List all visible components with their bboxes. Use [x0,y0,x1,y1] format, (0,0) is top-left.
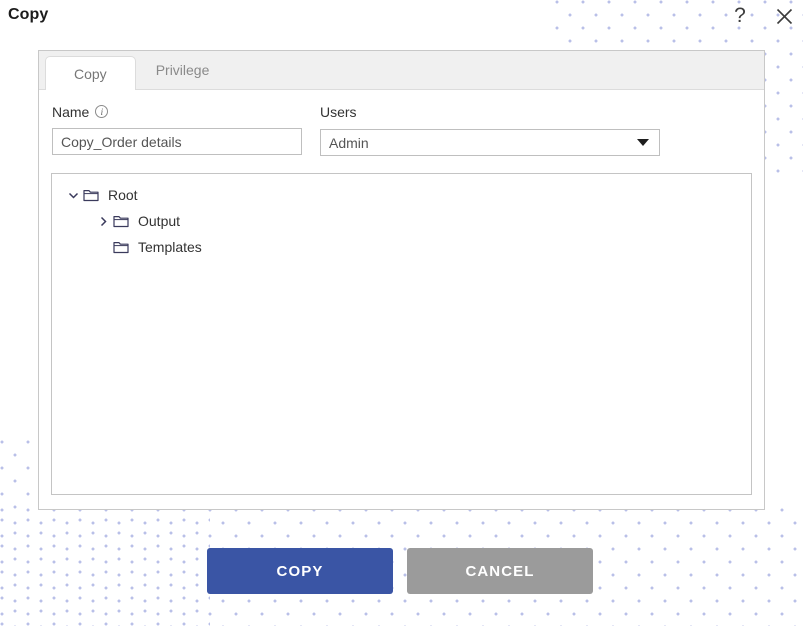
tab-panel-copy: Name i Users Admin [39,90,764,495]
users-select[interactable]: Admin [320,129,660,156]
close-icon[interactable] [771,3,797,29]
help-icon[interactable]: ? [727,3,753,29]
tree-node-label: Templates [138,239,202,255]
info-icon[interactable]: i [95,105,109,118]
users-label-row: Users [320,102,660,121]
tree-node-output[interactable]: Output [52,208,751,234]
folder-icon [82,187,99,204]
tab-privilege[interactable]: Privilege [136,51,230,89]
cancel-button[interactable]: CANCEL [407,548,593,594]
users-select-value: Admin [329,134,369,151]
tree-node-root[interactable]: Root [52,182,751,208]
name-input[interactable] [52,128,302,155]
tree-node-label: Root [108,187,138,203]
tab-strip: Copy Privilege [39,51,764,90]
name-label: Name [52,103,90,120]
copy-dialog-panel: Copy Privilege Name i Users Admi [38,50,765,510]
chevron-right-icon[interactable] [94,212,112,230]
name-label-row: Name i [52,102,302,121]
users-field-group: Users Admin [320,102,660,156]
chevron-down-icon[interactable] [637,139,649,146]
name-field-group: Name i [52,102,302,155]
tab-copy-label: Copy [74,65,107,82]
form-fields-row: Name i Users Admin [51,102,752,156]
tree-node-templates[interactable]: Templates [52,234,751,260]
folder-tree[interactable]: Root Output Templates [51,173,752,495]
folder-icon [112,239,129,256]
window-title: Copy [8,6,49,23]
users-label: Users [320,103,357,120]
tree-node-label: Output [138,213,181,229]
copy-button[interactable]: COPY [207,548,393,594]
tab-privilege-label: Privilege [155,62,210,78]
folder-icon [112,213,129,230]
chevron-down-icon[interactable] [64,186,82,204]
tab-copy[interactable]: Copy [45,56,136,90]
dialog-footer: COPY CANCEL [207,548,593,594]
